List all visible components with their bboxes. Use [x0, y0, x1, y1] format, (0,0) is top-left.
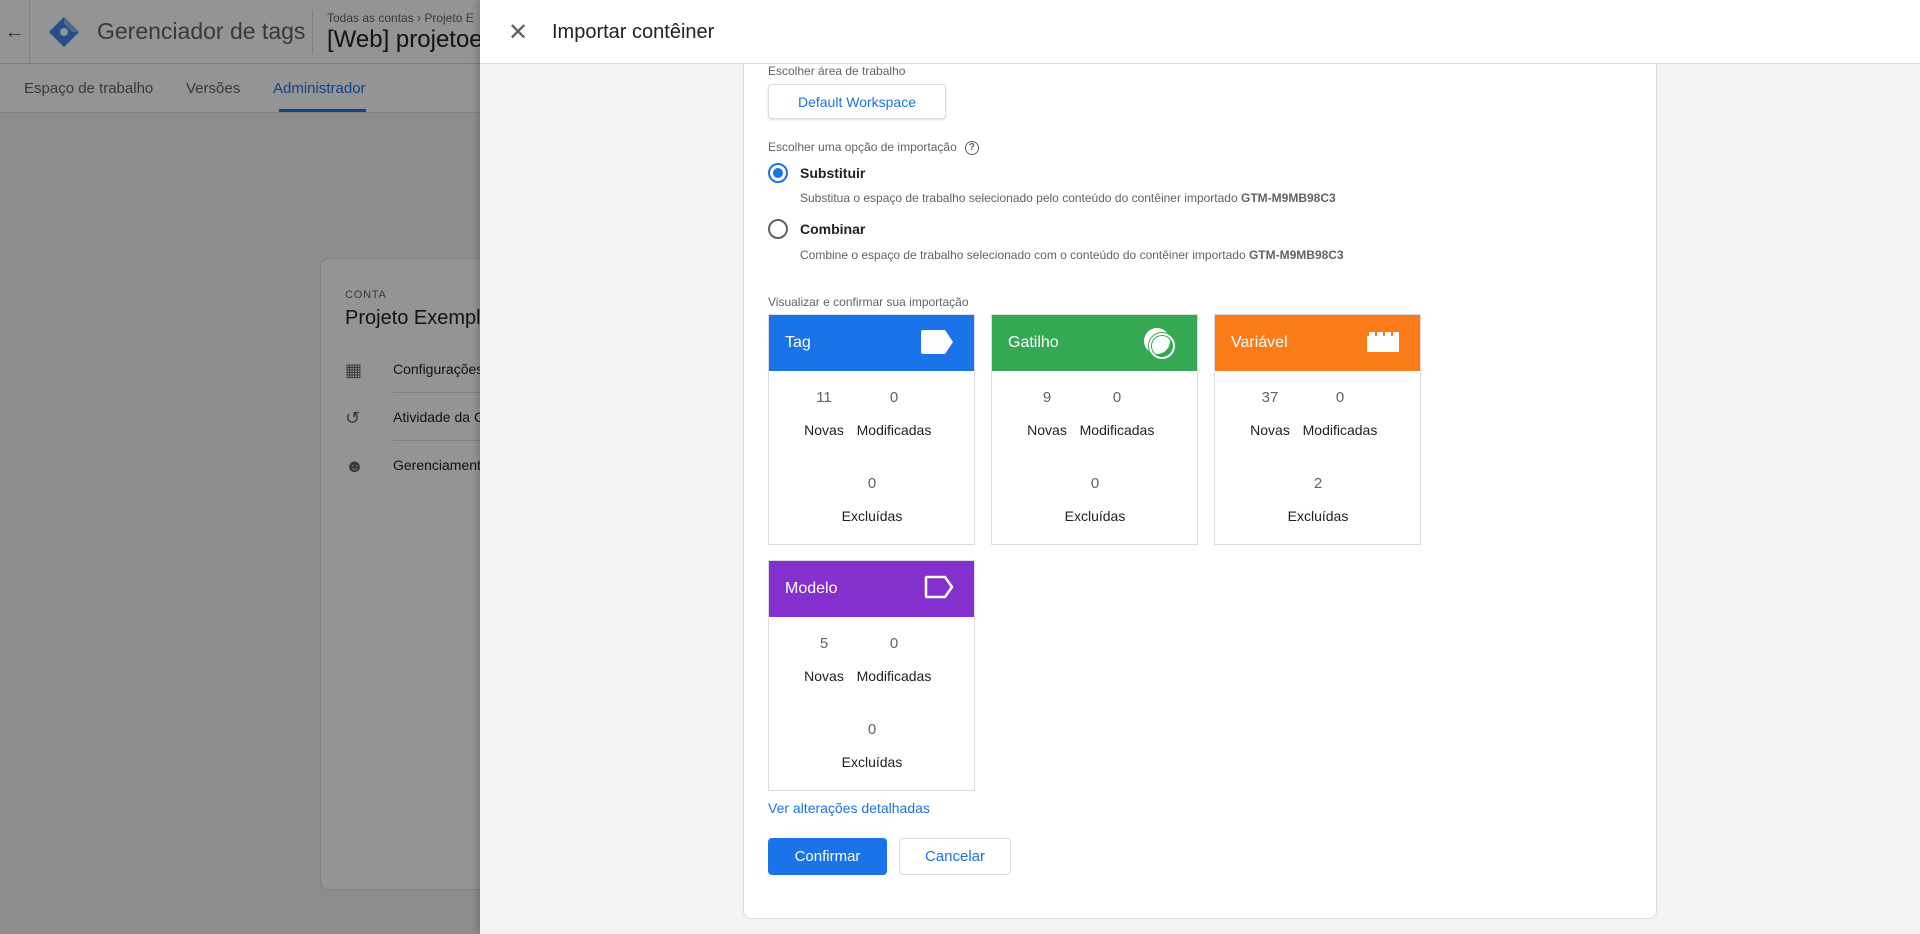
count-new: 37 [1261, 389, 1279, 406]
workspace-select-button[interactable]: Default Workspace [768, 84, 946, 119]
card-header: Variável [1215, 315, 1420, 371]
tag-icon [921, 330, 953, 354]
trigger-icon [1144, 328, 1176, 360]
count-deleted: 0 [867, 475, 877, 492]
count-modified: 0 [889, 635, 899, 652]
label-deleted: Excluídas [1064, 508, 1126, 524]
card-header: Tag [769, 315, 974, 371]
label-modified: Modificadas [1079, 422, 1155, 438]
radio-merge-desc: Combine o espaço de trabalho selecionado… [800, 248, 1344, 262]
radio-replace-desc: Substitua o espaço de trabalho seleciona… [800, 191, 1336, 205]
count-modified: 0 [1335, 389, 1345, 406]
dialog-title: Importar contêiner [552, 21, 715, 43]
label-new: Novas [804, 668, 844, 684]
count-new: 5 [819, 635, 829, 652]
summary-card-variable: Variável 37 0 Novas Modificadas 2 Excluí… [1214, 314, 1421, 545]
label-new: Novas [804, 422, 844, 438]
close-icon[interactable]: ✕ [504, 18, 532, 46]
count-modified: 0 [1112, 389, 1122, 406]
cancel-button[interactable]: Cancelar [899, 838, 1011, 875]
summary-card-template: Modelo 5 0 Novas Modificadas 0 Excluídas [768, 560, 975, 791]
label-new: Novas [1250, 422, 1290, 438]
count-deleted: 2 [1313, 475, 1323, 492]
label-deleted: Excluídas [1287, 508, 1349, 524]
preview-label: Visualizar e confirmar sua importação [768, 295, 969, 309]
dialog-header: ✕ Importar contêiner [480, 0, 1920, 64]
radio-replace[interactable] [768, 163, 788, 183]
label-new: Novas [1027, 422, 1067, 438]
template-icon [924, 575, 954, 599]
radio-merge[interactable] [768, 219, 788, 239]
count-modified: 0 [889, 389, 899, 406]
label-modified: Modificadas [856, 668, 932, 684]
label-modified: Modificadas [1302, 422, 1378, 438]
count-new: 11 [816, 389, 832, 406]
help-icon[interactable]: ? [964, 140, 979, 155]
confirm-button[interactable]: Confirmar [768, 838, 887, 875]
label-deleted: Excluídas [841, 508, 903, 524]
count-deleted: 0 [867, 721, 877, 738]
count-new: 9 [1042, 389, 1052, 406]
import-option-label: Escolher uma opção de importação? [768, 140, 979, 155]
detailed-changes-link[interactable]: Ver alterações detalhadas [768, 800, 930, 816]
import-container-dialog: ✕ Importar contêiner Escolher área de tr… [480, 0, 1920, 934]
card-header: Modelo [769, 561, 974, 617]
import-panel: Escolher área de trabalho Default Worksp… [743, 64, 1657, 919]
summary-card-trigger: Gatilho 9 0 Novas Modificadas 0 Excluída… [991, 314, 1198, 545]
label-deleted: Excluídas [841, 754, 903, 770]
summary-card-tag: Tag 11 0 Novas Modificadas 0 Excluídas [768, 314, 975, 545]
label-modified: Modificadas [856, 422, 932, 438]
workspace-label: Escolher área de trabalho [768, 64, 906, 78]
radio-merge-label[interactable]: Combinar [800, 221, 865, 237]
variable-icon [1367, 332, 1399, 352]
card-header: Gatilho [992, 315, 1197, 371]
radio-replace-label[interactable]: Substituir [800, 165, 865, 181]
count-deleted: 0 [1090, 475, 1100, 492]
